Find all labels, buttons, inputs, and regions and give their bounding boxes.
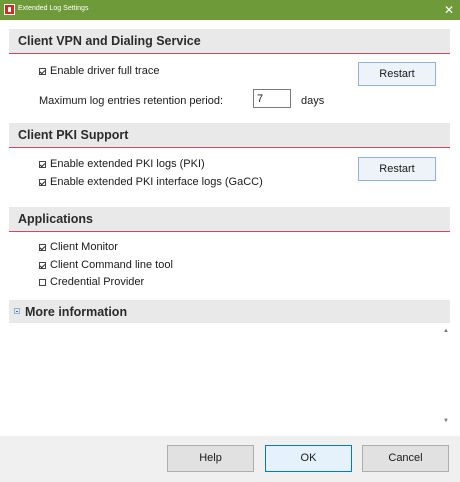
retention-period-input[interactable] (253, 89, 291, 108)
section-header-vpn: Client VPN and Dialing Service (9, 29, 450, 54)
close-button[interactable]: ✕ (438, 0, 460, 20)
app-command-line-option[interactable]: Client Command line tool (39, 259, 173, 271)
full-trace-option[interactable]: Enable driver full trace (39, 65, 159, 77)
command-line-label: Client Command line tool (50, 259, 173, 271)
pki-interface-checkbox[interactable] (39, 178, 46, 186)
pki-interface-label: Enable extended PKI interface logs (GaCC… (50, 176, 263, 188)
ok-button[interactable]: OK (265, 445, 352, 472)
client-monitor-label: Client Monitor (50, 241, 118, 253)
client-monitor-checkbox[interactable] (39, 243, 46, 251)
section-title-vpn: Client VPN and Dialing Service (18, 34, 201, 48)
section-title-more-info: More information (25, 305, 128, 319)
app-icon (4, 4, 15, 15)
section-title-applications: Applications (18, 212, 94, 226)
title-bar: Extended Log Settings ✕ (0, 0, 460, 20)
pki-interface-option[interactable]: Enable extended PKI interface logs (GaCC… (39, 176, 263, 188)
help-button[interactable]: Help (167, 445, 254, 472)
retention-unit: days (301, 95, 325, 107)
pki-restart-button[interactable]: Restart (358, 157, 436, 181)
section-title-pki: Client PKI Support (18, 128, 129, 142)
full-trace-checkbox[interactable] (39, 67, 46, 75)
scroll-down-icon[interactable]: ▼ (442, 418, 450, 424)
credential-provider-label: Credential Provider (50, 276, 145, 288)
more-info-scrollbar[interactable]: ▲ ▼ (442, 328, 450, 424)
pki-logs-option[interactable]: Enable extended PKI logs (PKI) (39, 158, 205, 170)
expand-icon[interactable] (14, 308, 20, 314)
pki-logs-label: Enable extended PKI logs (PKI) (50, 158, 205, 170)
more-info-content (9, 323, 450, 426)
section-header-applications: Applications (9, 207, 450, 232)
retention-label: Maximum log entries retention period: (39, 95, 224, 107)
credential-provider-checkbox[interactable] (39, 278, 46, 286)
window-title: Extended Log Settings (18, 5, 89, 12)
app-client-monitor-option[interactable]: Client Monitor (39, 241, 118, 253)
pki-logs-checkbox[interactable] (39, 160, 46, 168)
cancel-button[interactable]: Cancel (362, 445, 449, 472)
full-trace-label: Enable driver full trace (50, 65, 160, 77)
section-header-pki: Client PKI Support (9, 123, 450, 148)
app-credential-provider-option[interactable]: Credential Provider (39, 276, 144, 288)
scroll-up-icon[interactable]: ▲ (442, 328, 450, 334)
section-header-more-info[interactable]: More information (9, 300, 450, 325)
command-line-checkbox[interactable] (39, 261, 46, 269)
vpn-restart-button[interactable]: Restart (358, 62, 436, 86)
